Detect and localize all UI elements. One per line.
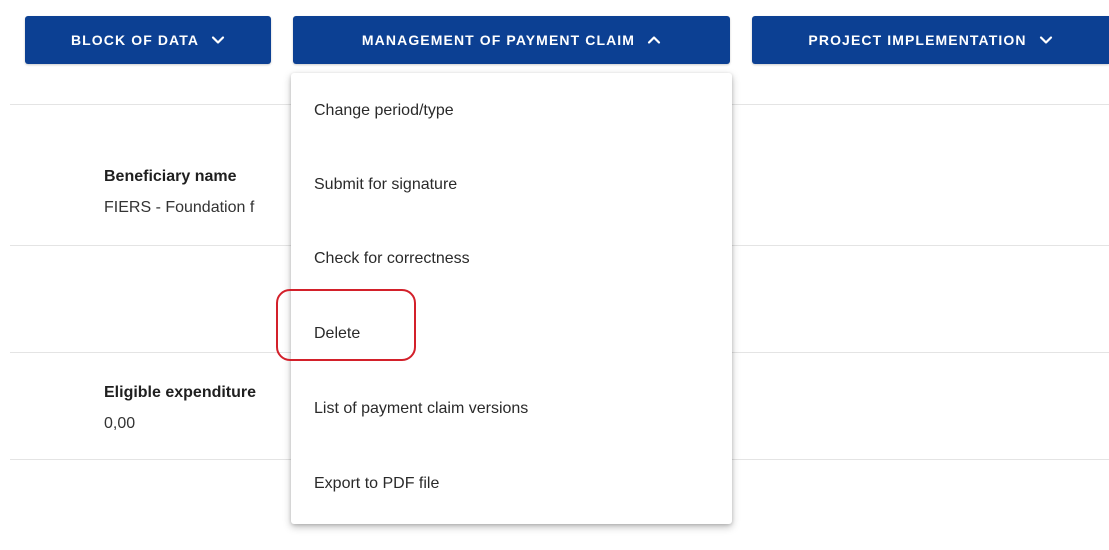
menu-item-list-of-payment-claim-versions[interactable]: List of payment claim versions [291,371,732,446]
beneficiary-name-label: Beneficiary name [104,168,237,185]
block-of-data-label: BLOCK OF DATA [70,32,200,48]
management-of-payment-claim-button[interactable]: MANAGEMENT OF PAYMENT CLAIM [293,16,730,64]
chevron-down-icon [1039,33,1053,47]
page: BLOCK OF DATA MANAGEMENT OF PAYMENT CLAI… [0,0,1109,550]
beneficiary-name-value: FIERS - Foundation f [104,199,255,216]
block-of-data-button[interactable]: BLOCK OF DATA [25,16,271,64]
chevron-up-icon [647,33,661,47]
eligible-expenditure-label: Eligible expenditure [104,384,257,401]
payment-claim-dropdown-menu: Change period/type Submit for signature … [291,73,732,524]
menu-item-submit-for-signature[interactable]: Submit for signature [291,147,732,222]
menu-item-check-for-correctness[interactable]: Check for correctness [291,221,732,296]
eligible-expenditure-value: 0,00 [104,415,136,432]
menu-item-export-to-pdf[interactable]: Export to PDF file [291,446,732,521]
chevron-down-icon [211,33,225,47]
project-implementation-button[interactable]: PROJECT IMPLEMENTATION [752,16,1109,64]
menu-item-delete[interactable]: Delete [291,296,732,371]
project-implementation-label: PROJECT IMPLEMENTATION [808,32,1027,48]
management-of-payment-claim-label: MANAGEMENT OF PAYMENT CLAIM [361,32,636,48]
menu-item-change-period-type[interactable]: Change period/type [291,73,732,148]
